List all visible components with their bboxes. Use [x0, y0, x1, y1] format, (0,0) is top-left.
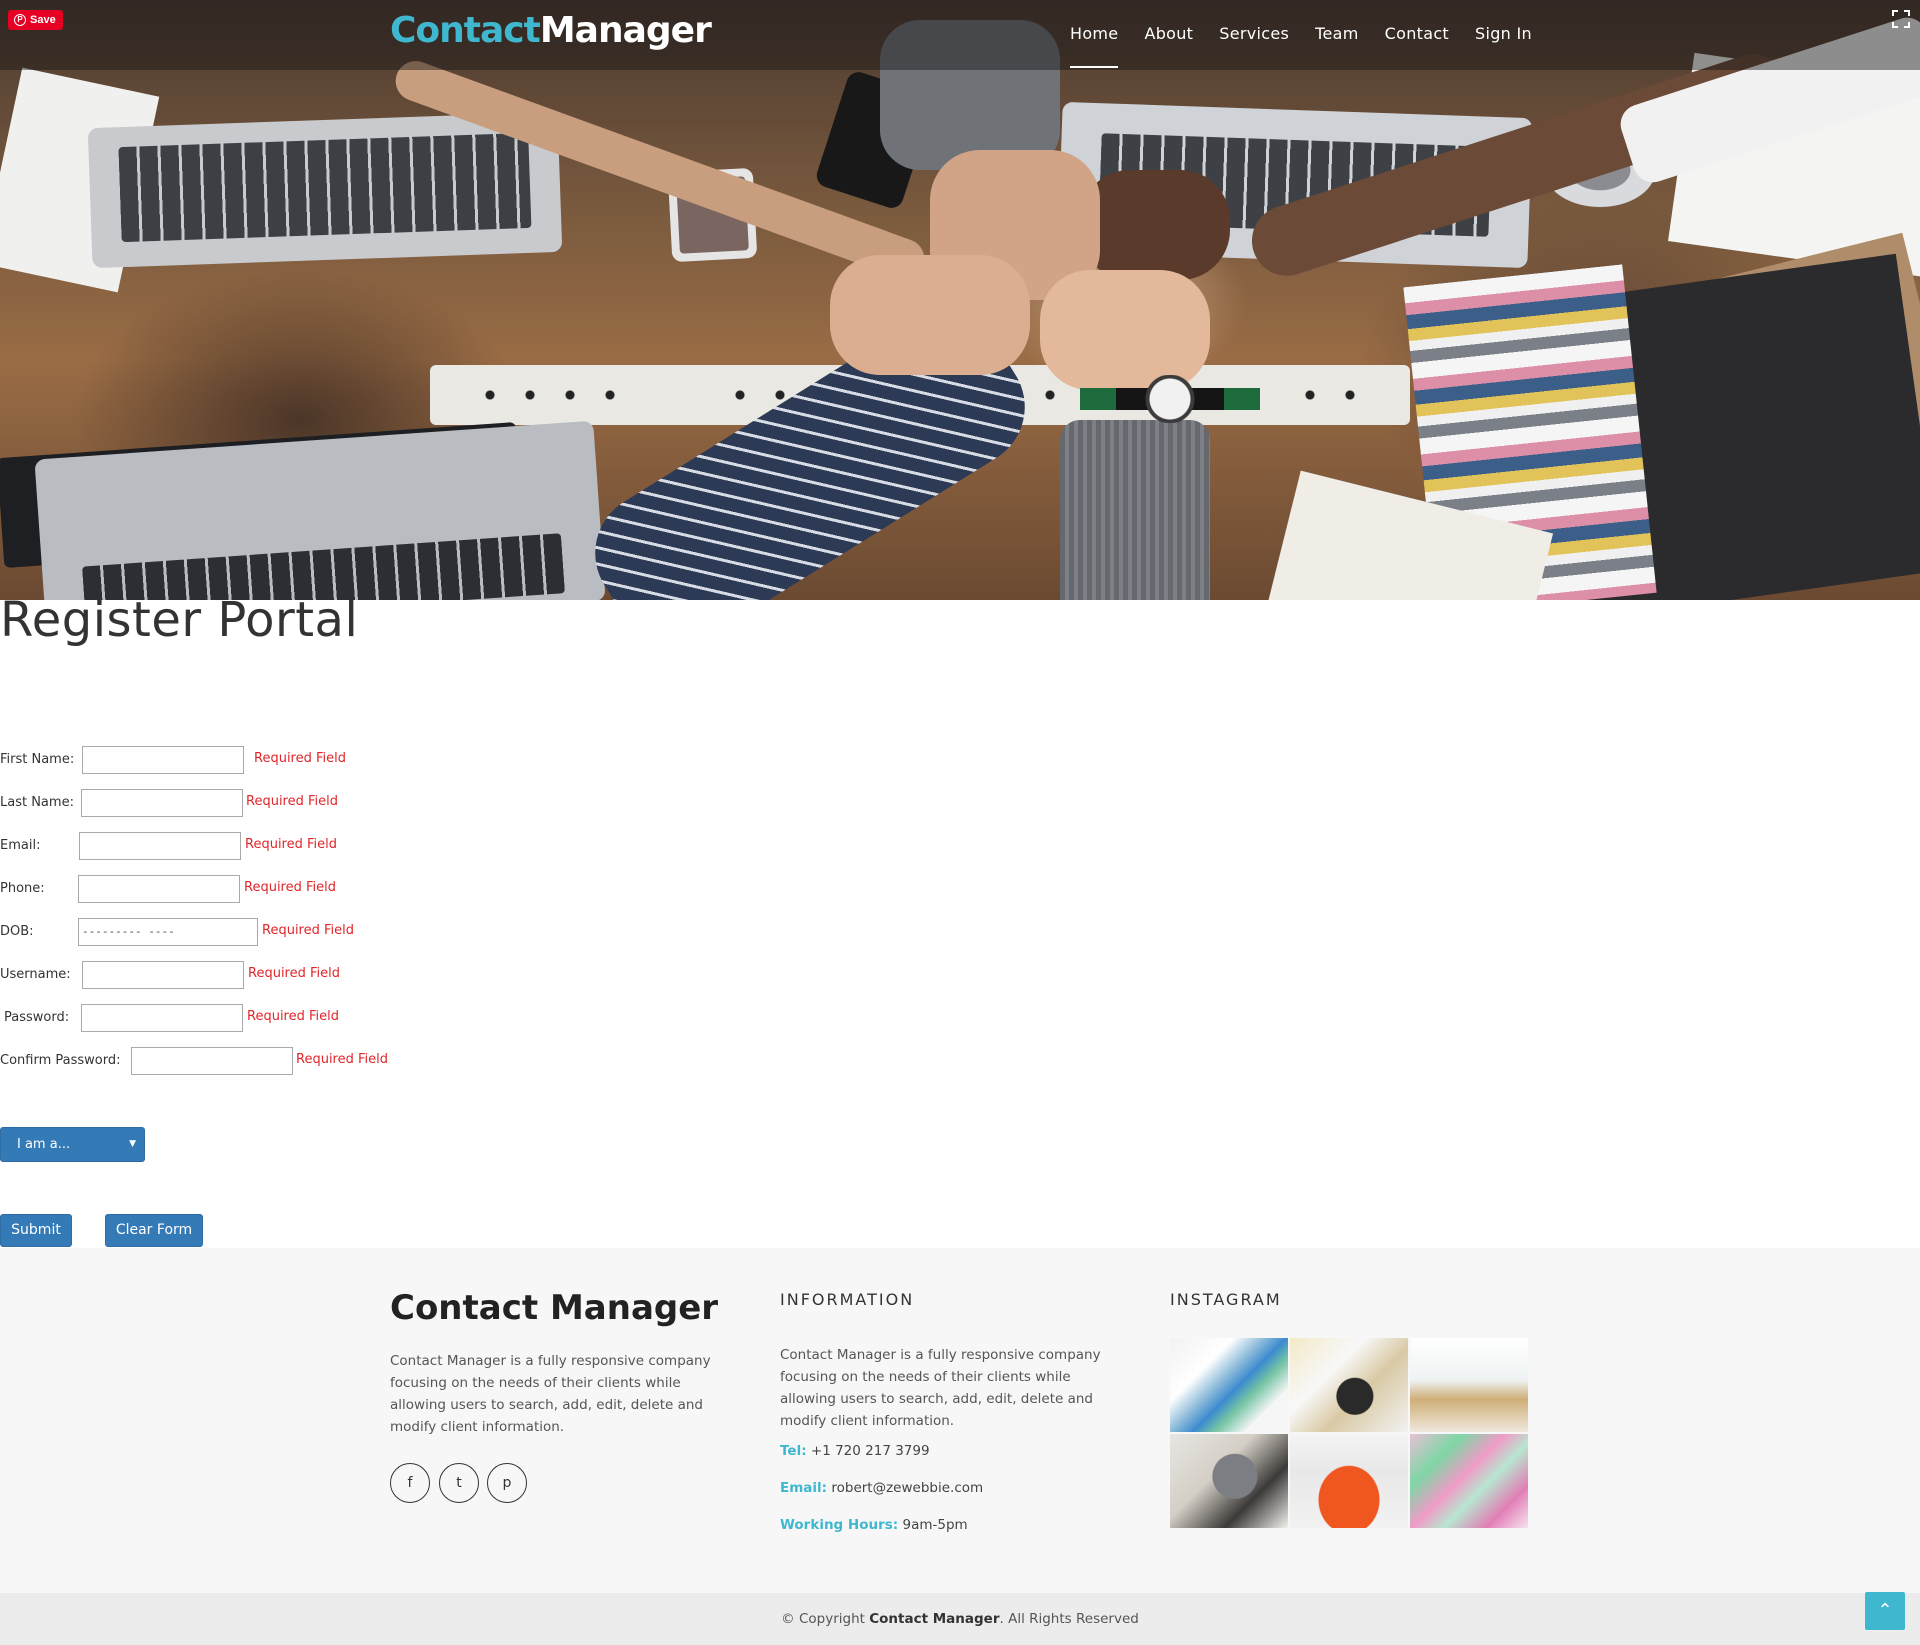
hours-line: Working Hours: 9am-5pm [780, 1517, 968, 1533]
dob-input[interactable]: --------- ---- [78, 918, 258, 946]
information-heading: INFORMATION [780, 1290, 915, 1309]
hours-label: Working Hours: [780, 1517, 899, 1533]
clear-form-button[interactable]: Clear Form [105, 1214, 203, 1247]
nav-home[interactable]: Home [1070, 0, 1119, 70]
instagram-photo[interactable] [1170, 1338, 1288, 1432]
username-required: Required Field [248, 966, 340, 981]
confirm-password-required: Required Field [296, 1052, 388, 1067]
email-label: Email: [0, 837, 41, 853]
tel-label: Tel: [780, 1443, 807, 1459]
password-label: Password: [4, 1009, 70, 1025]
information-text: Contact Manager is a fully responsive co… [780, 1347, 1101, 1429]
first-name-row: First Name: Required Field [0, 744, 346, 774]
last-name-input[interactable] [81, 789, 243, 817]
phone-row: Phone: Required Field [0, 873, 336, 903]
facebook-icon[interactable]: f [390, 1463, 430, 1503]
instagram-photo[interactable] [1410, 1434, 1528, 1528]
logo-part-manager: Manager [539, 10, 712, 51]
instagram-photo[interactable] [1410, 1338, 1528, 1432]
arrow-up-icon: ⌃ [1877, 1600, 1893, 1621]
first-name-required: Required Field [254, 751, 346, 766]
nav-contact[interactable]: Contact [1385, 0, 1449, 70]
footer: Contact Manager Contact Manager is a ful… [0, 1248, 1920, 1593]
email-label-footer: Email: [780, 1480, 828, 1496]
phone-label: Phone: [0, 880, 45, 896]
top-navbar: P Save ContactManager Home About Service… [0, 0, 1920, 70]
confirm-password-row: Confirm Password: Required Field [0, 1045, 388, 1075]
page-title: Register Portal [0, 592, 359, 648]
copyright-brand: Contact Manager [869, 1611, 1000, 1627]
first-name-label: First Name: [0, 751, 75, 767]
hours-value: 9am-5pm [902, 1517, 968, 1533]
confirm-password-input[interactable] [131, 1047, 293, 1075]
email-required: Required Field [245, 837, 337, 852]
footer-about-text: Contact Manager is a fully responsive co… [390, 1353, 711, 1435]
email-value[interactable]: robert@zewebbie.com [831, 1480, 983, 1496]
confirm-password-label: Confirm Password: [0, 1052, 121, 1068]
back-to-top-button[interactable]: ⌃ [1865, 1592, 1905, 1630]
phone-input[interactable] [78, 875, 240, 903]
role-select-label: I am a... [17, 1137, 71, 1152]
phone-required: Required Field [244, 880, 336, 895]
nav-about[interactable]: About [1144, 0, 1193, 70]
first-name-input[interactable] [82, 746, 244, 774]
logo-part-contact: Contact [390, 10, 541, 51]
dob-label: DOB: [0, 923, 34, 939]
last-name-row: Last Name: Required Field [0, 787, 338, 817]
last-name-required: Required Field [246, 794, 338, 809]
pinterest-save-button[interactable]: P Save [8, 10, 63, 30]
instagram-photo[interactable] [1290, 1434, 1408, 1528]
submit-button[interactable]: Submit [0, 1214, 72, 1247]
last-name-label: Last Name: [0, 794, 74, 810]
tel-line: Tel: +1 720 217 3799 [780, 1443, 930, 1459]
copyright-prefix: © Copyright [781, 1611, 865, 1627]
twitter-icon[interactable]: t [439, 1463, 479, 1503]
email-input[interactable] [79, 832, 241, 860]
hero-image [0, 0, 1920, 600]
email-line: Email: robert@zewebbie.com [780, 1480, 983, 1496]
chevron-down-icon: ▼ [129, 1139, 136, 1149]
copyright-bar: © Copyright Contact Manager. All Rights … [0, 1593, 1920, 1645]
instagram-photo[interactable] [1290, 1338, 1408, 1432]
email-row: Email: Required Field [0, 830, 337, 860]
dob-required: Required Field [262, 923, 354, 938]
username-label: Username: [0, 966, 71, 982]
pinterest-save-label: Save [30, 14, 56, 26]
main-menu: Home About Services Team Contact Sign In [1070, 0, 1558, 70]
nav-services[interactable]: Services [1219, 0, 1289, 70]
username-row: Username: Required Field [0, 959, 340, 989]
copyright-suffix: . All Rights Reserved [999, 1611, 1139, 1627]
tel-value: +1 720 217 3799 [810, 1443, 930, 1459]
pinterest-icon[interactable]: p [487, 1463, 527, 1503]
role-select[interactable]: I am a... ▼ [0, 1127, 145, 1162]
pinterest-icon: P [14, 14, 26, 26]
instagram-grid [1170, 1338, 1530, 1530]
instagram-photo[interactable] [1170, 1434, 1288, 1528]
password-row: Password: Required Field [4, 1002, 339, 1032]
site-logo[interactable]: ContactManager [390, 10, 712, 51]
footer-brand: Contact Manager [390, 1288, 719, 1328]
dob-row: DOB: --------- ---- Required Field [0, 916, 354, 946]
password-input[interactable] [81, 1004, 243, 1032]
password-required: Required Field [247, 1009, 339, 1024]
username-input[interactable] [82, 961, 244, 989]
instagram-heading: INSTAGRAM [1170, 1290, 1282, 1309]
nav-team[interactable]: Team [1315, 0, 1359, 70]
fullscreen-icon[interactable] [1892, 10, 1910, 28]
nav-sign-in[interactable]: Sign In [1475, 0, 1532, 70]
